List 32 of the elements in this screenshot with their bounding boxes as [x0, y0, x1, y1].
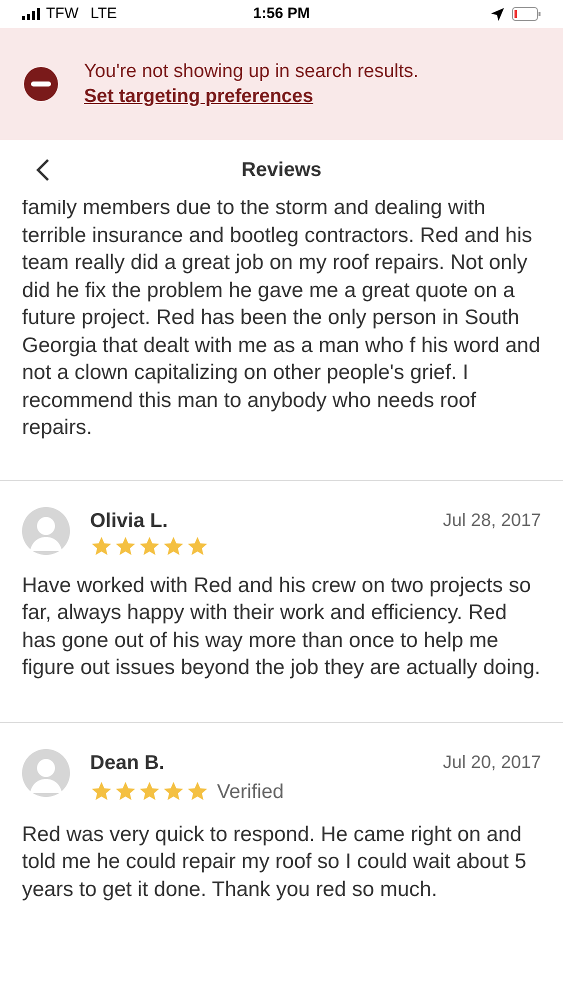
carrier-label: TFW [46, 4, 78, 24]
battery-icon [512, 7, 541, 21]
avatar-icon [22, 506, 70, 554]
star-icon [138, 780, 161, 803]
banner-message: You're not showing up in search results. Set targeting preferences [84, 60, 420, 109]
star-icon [138, 534, 161, 558]
star-icon [114, 780, 137, 803]
clock-time: 1:56 PM [253, 4, 310, 24]
star-icon [162, 780, 185, 803]
star-icon [162, 534, 185, 558]
blocked-icon [24, 67, 58, 101]
star-icon [186, 534, 209, 558]
network-label: LTE [90, 4, 117, 24]
location-arrow-icon [490, 8, 504, 20]
back-button[interactable] [36, 158, 50, 182]
review-text: Red was very quick to respond. He came right on and told me he could repair my roof so I could wait about 5 years to get it done. Thank you red so much. [22, 822, 528, 902]
star-icon [90, 780, 113, 803]
reviewer-name: Olivia L. [90, 508, 169, 534]
targeting-link[interactable]: Set targeting preferences [84, 86, 314, 107]
page-title: Reviews [241, 158, 322, 183]
avatar-icon [22, 748, 70, 796]
signal-icon [22, 8, 40, 20]
back-chevron-icon [36, 158, 50, 182]
star-icon [114, 534, 137, 558]
review-text: Have worked with Red and his crew on two projects so far, always happy with their work and efficiency. Red has gone out of his way more than once to help me figure out issues beyond the job they are actually doing. [22, 572, 541, 681]
review-text: family members due to the storm and dealing with terrible insurance and bootleg contractors. Red and his team really did a great job on my roof repairs. Not only did he fix the problem he gave me a great quote on a future project. Red has been the only person in South Georgia that dealt with me as a man who f his word and not a clown capitalizing on other people's grief. I recommend this man to anybody who needs roof repairs. [22, 195, 541, 441]
review-date: Jul 20, 2017 [442, 750, 541, 774]
review-date: Jul 28, 2017 [442, 508, 541, 532]
reviewer-name: Dean B. [90, 750, 166, 776]
verified-label: Verified [217, 780, 284, 804]
star-icon [90, 534, 113, 558]
star-icon [186, 780, 209, 803]
